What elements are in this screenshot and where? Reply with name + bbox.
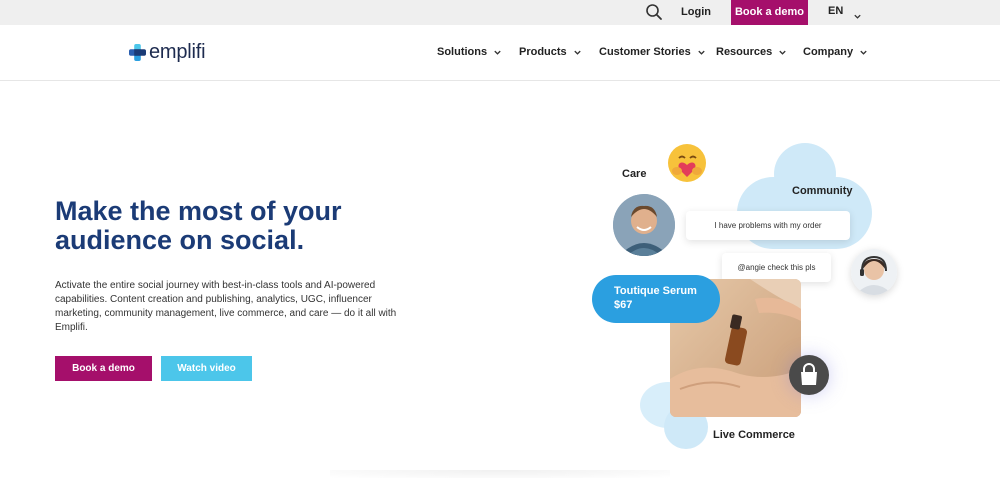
nav-label: Customer Stories xyxy=(599,46,691,58)
watch-video-button[interactable]: Watch video xyxy=(161,356,252,381)
nav-label: Products xyxy=(519,46,567,58)
nav-item-products[interactable]: Products xyxy=(519,25,582,79)
product-price: $67 xyxy=(614,299,633,311)
product-name: Toutique Serum xyxy=(614,285,697,297)
live-commerce-label: Live Commerce xyxy=(713,429,795,441)
logo-wordmark: emplifi xyxy=(149,40,206,63)
chevron-down-icon xyxy=(574,50,581,55)
nav-label: Resources xyxy=(716,46,773,58)
login-link[interactable]: Login xyxy=(672,0,720,25)
shopping-bag-button xyxy=(789,355,829,395)
headline-line-1: Make the most of your xyxy=(55,196,342,226)
search-icon[interactable] xyxy=(645,3,663,21)
section-divider-shadow xyxy=(330,470,670,478)
utility-bar: Login Book a demo EN xyxy=(0,0,1000,25)
emplifi-logo[interactable]: emplifi xyxy=(129,40,206,63)
headline-line-2: audience on social. xyxy=(55,225,305,255)
nav-item-resources[interactable]: Resources xyxy=(716,25,787,79)
logo-mark-icon xyxy=(129,43,146,61)
main-nav: emplifi Solutions Products Customer Stor… xyxy=(0,25,1000,81)
chevron-down-icon xyxy=(853,7,862,19)
language-selector[interactable]: EN xyxy=(828,0,862,25)
chevron-down-icon xyxy=(779,50,786,55)
customer-avatar xyxy=(613,194,675,256)
product-price-tag: Toutique Serum $67 xyxy=(592,275,720,323)
care-label: Care xyxy=(622,168,647,180)
chevron-down-icon xyxy=(494,50,501,55)
chat-bubble-order-problem: I have problems with my order xyxy=(686,211,850,240)
hero-description: Activate the entire social journey with … xyxy=(55,280,397,333)
nav-label: Company xyxy=(803,46,854,58)
chat-bubble-mention: @angie check this pls xyxy=(722,253,831,282)
community-label: Community xyxy=(792,185,853,197)
book-demo-top-button[interactable]: Book a demo xyxy=(731,0,808,25)
nav-item-company[interactable]: Company xyxy=(803,25,868,79)
nav-label: Solutions xyxy=(437,46,488,58)
chevron-down-icon xyxy=(698,50,705,55)
chevron-down-icon xyxy=(860,50,867,55)
nav-item-solutions[interactable]: Solutions xyxy=(437,25,502,79)
hug-emoji-icon xyxy=(667,143,707,183)
hero-headline: Make the most of your audience on social… xyxy=(55,197,475,255)
language-label: EN xyxy=(828,5,844,17)
book-demo-button[interactable]: Book a demo xyxy=(55,356,152,381)
support-agent-avatar xyxy=(851,249,897,295)
shopping-bag-icon xyxy=(801,363,817,385)
nav-item-customer-stories[interactable]: Customer Stories xyxy=(599,25,706,79)
